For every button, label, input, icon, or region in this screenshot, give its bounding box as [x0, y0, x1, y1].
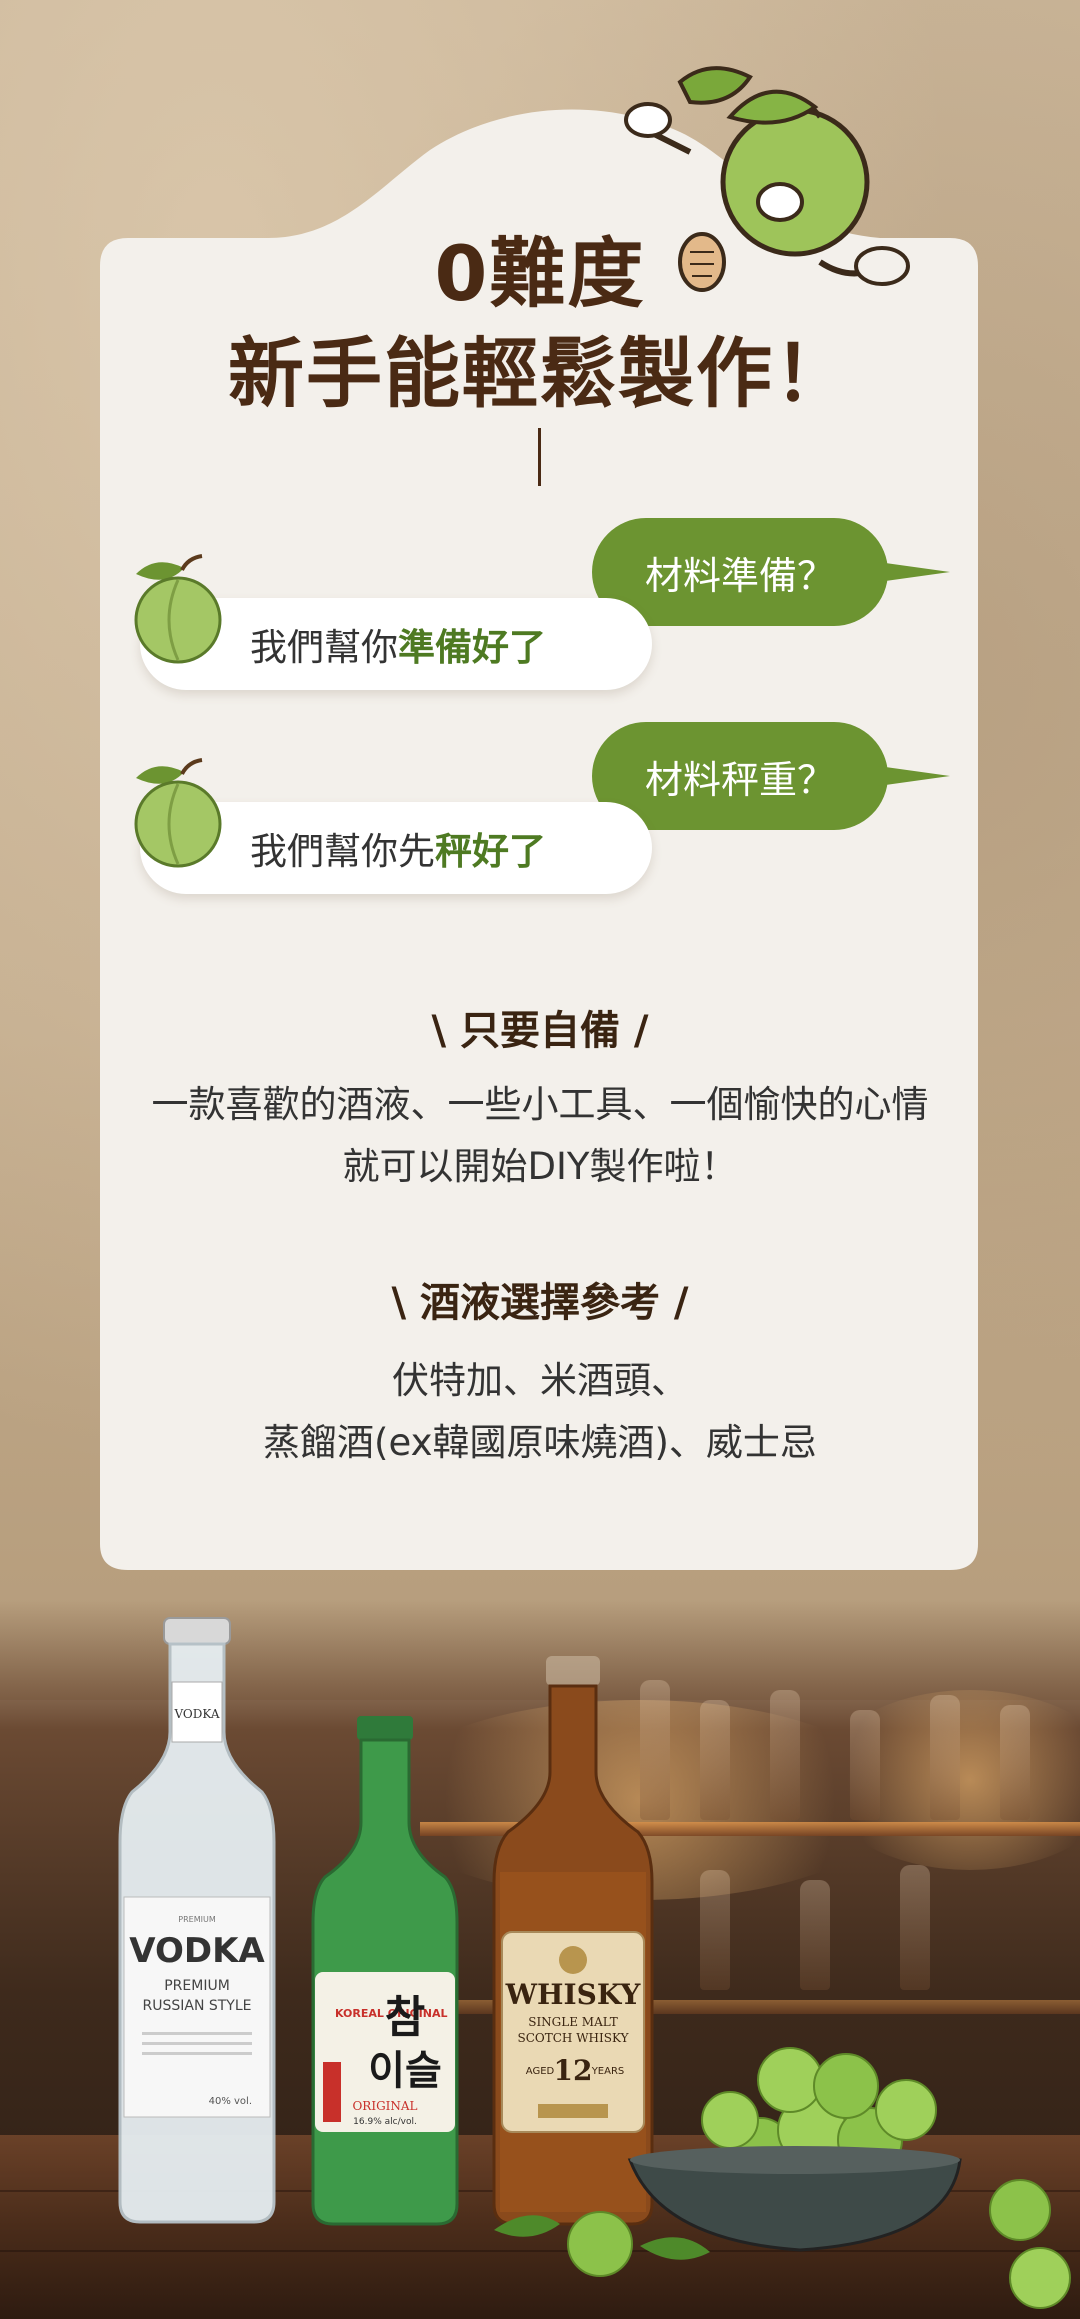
soju-bottle: KOREAL ORIGINAL 참 이슬 ORIGINAL 16.9% alc/…	[311, 1716, 459, 2226]
plum-icon	[134, 554, 222, 664]
question-text: 材料準備？	[644, 553, 835, 598]
soju-original: ORIGINAL	[352, 2099, 417, 2113]
background-bottle	[700, 1700, 730, 1820]
bubble-tail	[878, 562, 950, 582]
vodka-small-label: PREMIUM	[178, 1915, 216, 1924]
prepare-line-1: 一款喜歡的酒液、一些小工具、一個愉快的心情	[151, 1083, 929, 1126]
background-bottle	[900, 1865, 930, 1990]
divider	[538, 428, 541, 486]
background-bottle	[700, 1870, 730, 1990]
background-bottle	[770, 1690, 800, 1820]
vodka-brand: VODKA	[129, 1931, 265, 1971]
vodka-bottle: VODKA PREMIUM VODKA PREMIUM RUSSIAN STYL…	[118, 1617, 276, 2224]
prepare-title: \ 只要自備 /	[431, 1008, 649, 1054]
background-bottle	[800, 1880, 830, 1990]
bubble-tail	[878, 766, 950, 786]
loose-plums	[494, 2211, 710, 2277]
whisky-years-number: 12	[554, 2054, 593, 2087]
soju-hangul-2: 이슬	[368, 2048, 442, 2094]
heading-line-2: 新手能輕鬆製作！	[228, 329, 852, 418]
whisky-brand: WHISKY	[505, 1978, 642, 2011]
answer-text: 我們幫你準備好了	[250, 617, 546, 671]
vodka-neck-label: VODKA	[173, 1707, 219, 1721]
soju-abv: 16.9% alc/vol.	[353, 2117, 417, 2127]
liquor-line-1: 伏特加、米酒頭、	[392, 1359, 688, 1402]
answer-highlight: 秤好了	[435, 830, 546, 873]
answer-highlight: 準備好了	[398, 626, 546, 669]
plum-icon	[134, 758, 222, 868]
whisky-aged: AGED	[526, 2066, 555, 2077]
liquor-title: \ 酒液選擇參考 /	[391, 1280, 689, 1326]
vodka-volume: 40% vol.	[209, 2096, 252, 2107]
heading-line-1: 0難度	[434, 229, 646, 318]
prepare-line-2: 就可以開始DIY製作啦！	[342, 1145, 738, 1188]
answer-prefix: 我們幫你	[250, 626, 398, 669]
question-text: 材料秤重？	[644, 757, 835, 802]
background-bottle	[850, 1710, 880, 1820]
answer-prefix: 我們幫你先	[250, 830, 435, 873]
vodka-sub-2: RUSSIAN STYLE	[142, 1998, 251, 2014]
background-bottle	[1000, 1705, 1030, 1820]
soju-hangul-1: 참	[385, 1992, 425, 2043]
vodka-sub-1: PREMIUM	[164, 1978, 230, 1994]
background-bottle	[930, 1695, 960, 1820]
liquor-line-2: 蒸餾酒(ex韓國原味燒酒)、威士忌	[263, 1421, 817, 1464]
answer-text: 我們幫你先秤好了	[250, 821, 546, 875]
